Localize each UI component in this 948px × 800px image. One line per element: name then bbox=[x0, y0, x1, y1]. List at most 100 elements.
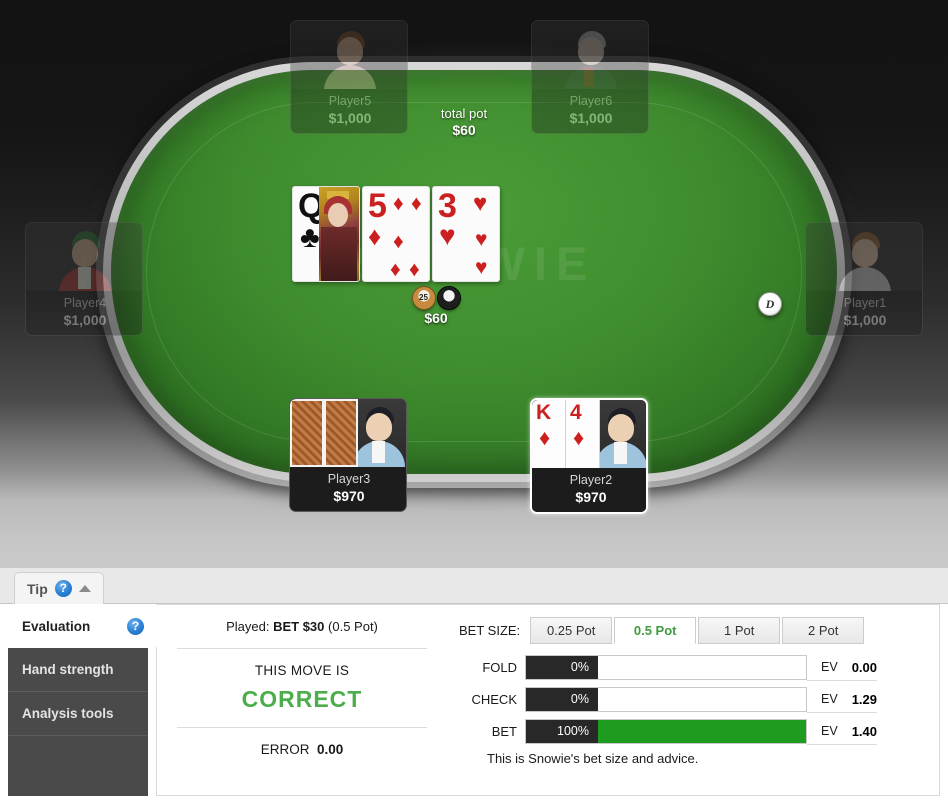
seat-player3[interactable]: Player3 $970 bbox=[289, 398, 407, 512]
action-pct-bet: 100% bbox=[526, 720, 598, 743]
move-is-label: THIS MOVE IS bbox=[254, 663, 350, 678]
tip-strip: Tip ? bbox=[0, 568, 948, 604]
seat-player3-name: Player3 bbox=[327, 472, 371, 486]
analysis-panel: Tip ? Evaluation ? Hand strength Analysi… bbox=[0, 568, 948, 800]
board-card-3-pip-a: ♥ bbox=[473, 190, 488, 217]
verdict-text: CORRECT bbox=[241, 686, 363, 712]
ev-label-bet: EV bbox=[821, 724, 838, 738]
nav-item-hand-strength-label: Hand strength bbox=[22, 662, 114, 677]
body-shape bbox=[324, 65, 376, 89]
action-fill-area-fold bbox=[598, 656, 806, 679]
seat-player4-frame: Player4 $1,000 bbox=[25, 222, 143, 336]
seat-player5-info: Player5 $1,000 bbox=[291, 89, 407, 133]
action-bar-fold: 0% bbox=[525, 655, 807, 680]
error-value: 0.00 bbox=[317, 742, 344, 757]
ev-value-fold: 0.00 bbox=[851, 659, 877, 675]
nav-item-analysis-tools[interactable]: Analysis tools bbox=[8, 692, 148, 736]
action-bar-check: 0% bbox=[525, 687, 807, 712]
ev-cell-bet: EV 1.40 bbox=[807, 718, 877, 745]
head-shape bbox=[328, 203, 348, 227]
nav-filler bbox=[8, 736, 148, 780]
seat-player1-avatar bbox=[806, 223, 922, 291]
pot-chip-amount: $60 bbox=[424, 310, 448, 326]
caret-up-icon[interactable] bbox=[78, 585, 91, 592]
bet-size-tabs: BET SIZE: 0.25 Pot 0.5 Pot 1 Pot 2 Pot bbox=[459, 617, 925, 644]
chip-row: 25 5 bbox=[396, 287, 476, 309]
played-line: Played: BET $30 (0.5 Pot) bbox=[171, 619, 433, 634]
seat-player6-frame: Player6 $1,000 bbox=[531, 20, 649, 134]
total-pot-amount: $60 bbox=[452, 122, 476, 138]
action-pct-check: 0% bbox=[526, 688, 598, 711]
board-card-2-pip-b: ♦ bbox=[411, 192, 422, 215]
seat-player6-stack: $1,000 bbox=[569, 110, 613, 126]
ev-value-check: 1.29 bbox=[851, 691, 877, 707]
nav-item-hand-strength[interactable]: Hand strength bbox=[8, 648, 148, 692]
head-shape bbox=[366, 413, 392, 441]
board-card-2: 5 ♦ ♦ ♦ ♦ ♦ ♦ bbox=[362, 186, 430, 282]
avatar-woman-icon bbox=[291, 21, 407, 89]
pot-tab-0.25[interactable]: 0.25 Pot bbox=[530, 617, 613, 644]
seat-player6[interactable]: Player6 $1,000 bbox=[531, 20, 649, 134]
avatar-man-cap-icon bbox=[26, 223, 142, 291]
board-card-3-pip-b: ♥ bbox=[475, 228, 488, 251]
queen-face-art bbox=[319, 187, 359, 281]
seat-player2-avatar: K ♦ 4 ♦ bbox=[532, 400, 646, 468]
avatar-woman-icon bbox=[806, 223, 922, 291]
total-pot-label: total pot bbox=[440, 106, 488, 121]
pot-tab-1[interactable]: 1 Pot bbox=[698, 617, 781, 644]
action-row-bet: BET 100% EV 1.40 bbox=[459, 718, 925, 745]
question-icon[interactable]: ? bbox=[127, 617, 144, 635]
pot-tab-2[interactable]: 2 Pot bbox=[782, 617, 865, 644]
pot-tab-0.5[interactable]: 0.5 Pot bbox=[614, 617, 697, 644]
seat-player3-frame: Player3 $970 bbox=[289, 398, 407, 512]
dealer-button-icon: D bbox=[758, 292, 782, 316]
collar-shape bbox=[372, 441, 385, 463]
seat-player5-frame: Player5 $1,000 bbox=[290, 20, 408, 134]
played-prefix: Played: bbox=[226, 619, 270, 634]
board-card-3-suit: ♥ bbox=[439, 220, 456, 251]
advice-text: This is Snowie's bet size and advice. bbox=[487, 751, 699, 766]
action-fill-area-check bbox=[598, 688, 806, 711]
ev-label-fold: EV bbox=[821, 660, 838, 674]
seat-player4-avatar bbox=[26, 223, 142, 291]
board-card-2-rank: 5 bbox=[368, 187, 387, 225]
evaluation-content: Played: BET $30 (0.5 Pot) THIS MOVE IS C… bbox=[156, 604, 940, 796]
collar-shape bbox=[78, 267, 91, 289]
evaluation-nav: Evaluation ? Hand strength Analysis tool… bbox=[8, 604, 170, 796]
seat-player5-stack: $1,000 bbox=[328, 110, 372, 126]
seat-player4[interactable]: Player4 $1,000 bbox=[25, 222, 143, 336]
seat-player1-frame: Player1 $1,000 bbox=[805, 222, 923, 336]
ev-cell-fold: EV 0.00 bbox=[807, 654, 877, 681]
head-shape bbox=[852, 239, 878, 267]
played-action: BET $30 bbox=[273, 619, 325, 634]
board-card-2-pip-a: ♦ bbox=[393, 192, 404, 215]
seat-player2-hero[interactable]: K ♦ 4 ♦ Player2 $970 bbox=[530, 398, 648, 514]
poker-trainer-app: SNOWIE total pot $60 Q ♣ 5 ♦ ♦ bbox=[0, 0, 948, 800]
board-card-2-suit: ♦ bbox=[368, 221, 382, 251]
player3-hole-cards bbox=[290, 399, 358, 467]
head-shape bbox=[72, 239, 98, 267]
dress-shape bbox=[321, 227, 357, 281]
body-shape bbox=[839, 267, 891, 291]
head-shape bbox=[608, 414, 634, 442]
seat-player3-stack: $970 bbox=[333, 488, 365, 504]
poker-table-area: SNOWIE total pot $60 Q ♣ 5 ♦ ♦ bbox=[0, 0, 948, 568]
hero-card-2-rank: 4 bbox=[570, 401, 582, 424]
head-shape bbox=[578, 37, 604, 65]
action-fill-bet bbox=[598, 720, 806, 743]
seat-player1[interactable]: Player1 $1,000 bbox=[805, 222, 923, 336]
question-icon[interactable]: ? bbox=[54, 580, 72, 597]
board-card-3-pip-c: ♥ bbox=[475, 256, 488, 279]
nav-item-evaluation-label: Evaluation bbox=[22, 618, 91, 634]
nav-item-evaluation[interactable]: Evaluation ? bbox=[8, 604, 170, 648]
card-back-1 bbox=[290, 399, 324, 467]
action-fill-area-bet bbox=[598, 720, 806, 743]
evaluation-panel: Evaluation ? Hand strength Analysis tool… bbox=[8, 604, 940, 796]
tip-label: Tip bbox=[27, 580, 48, 597]
chip-5-value: 5 bbox=[446, 293, 451, 302]
seat-player2-info: Player2 $970 bbox=[532, 468, 646, 512]
tip-tab[interactable]: Tip ? bbox=[14, 572, 104, 604]
board-card-3-rank: 3 bbox=[438, 187, 457, 225]
seat-player5[interactable]: Player5 $1,000 bbox=[290, 20, 408, 134]
hero-card-2: 4 ♦ bbox=[566, 400, 600, 468]
